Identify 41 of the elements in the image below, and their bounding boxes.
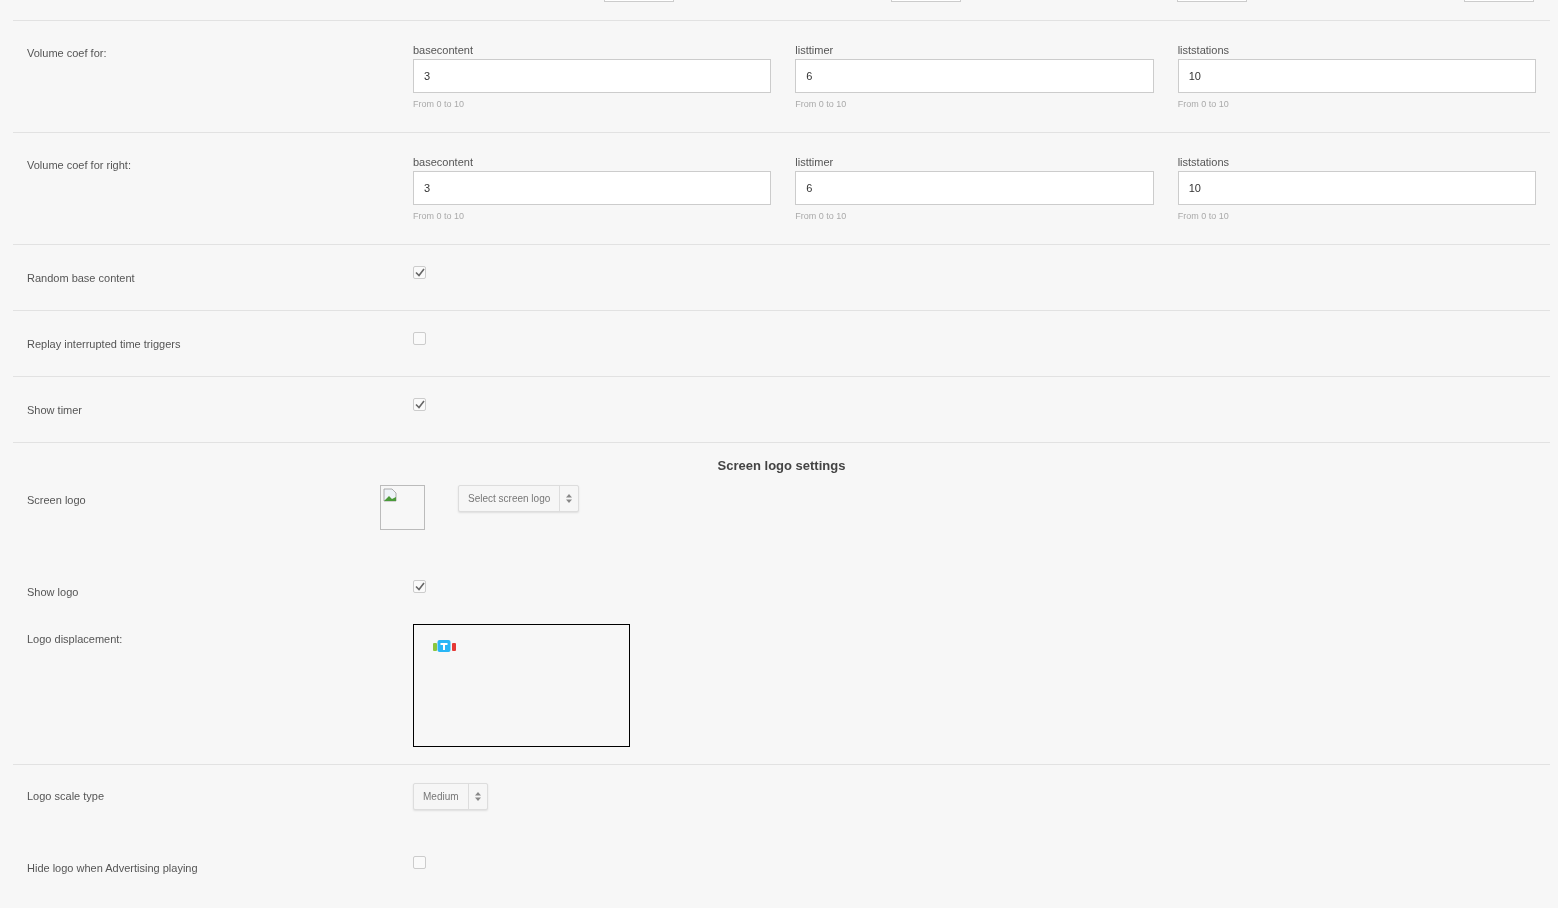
- field-label: Volume coef for right:: [27, 159, 131, 171]
- hint-text: From 0 to 10: [795, 99, 848, 109]
- select-logo-dropdown[interactable]: Select screen logo: [458, 485, 580, 512]
- number-input[interactable]: 3: [413, 171, 772, 205]
- number-input[interactable]: 6: [795, 59, 1154, 93]
- field-label: Show logo: [27, 586, 79, 598]
- field-label: listtimer: [795, 43, 835, 57]
- field-label: Hide logo when Advertising playing: [27, 862, 198, 874]
- scale-type-dropdown[interactable]: Medium: [413, 783, 488, 810]
- field-label: basecontent: [413, 155, 474, 169]
- logo-position-area[interactable]: [413, 624, 630, 747]
- checkbox[interactable]: [413, 266, 426, 279]
- up-down-arrows-icon: [566, 494, 573, 503]
- checkbox[interactable]: [413, 332, 426, 345]
- field-label: Logo scale type: [27, 790, 105, 802]
- field-label: Show timer: [27, 404, 83, 416]
- field-label: Volume coef for:: [27, 47, 107, 59]
- number-input[interactable]: 6: [795, 171, 1154, 205]
- logo-icon[interactable]: [433, 640, 456, 652]
- number-input[interactable]: 3: [413, 59, 772, 93]
- section-heading: Screen logo settings: [717, 458, 846, 473]
- field-label: listtimer: [795, 155, 835, 169]
- hint-text: From 0 to 10: [795, 211, 848, 221]
- hint-text: From 0 to 10: [413, 99, 466, 109]
- hint-text: From 0 to 10: [413, 211, 466, 221]
- field-label: liststations: [1177, 155, 1230, 169]
- number-input[interactable]: 10: [1177, 171, 1536, 205]
- checkbox[interactable]: [413, 856, 426, 869]
- field-label: Random base content: [27, 272, 135, 284]
- checkbox[interactable]: [413, 580, 426, 593]
- hint-text: From 0 to 10: [1177, 211, 1230, 221]
- field-label: Replay interrupted time triggers: [27, 338, 181, 350]
- field-label: basecontent: [413, 43, 474, 57]
- number-input[interactable]: 10: [1177, 59, 1536, 93]
- broken-image-icon: [383, 488, 397, 502]
- field-label: Screen logo: [27, 494, 86, 506]
- field-label: liststations: [1177, 43, 1230, 57]
- hint-text: From 0 to 10: [1177, 99, 1230, 109]
- up-down-arrows-icon: [474, 792, 481, 801]
- field-label: Logo displacement:: [27, 633, 123, 645]
- checkbox[interactable]: [413, 398, 426, 411]
